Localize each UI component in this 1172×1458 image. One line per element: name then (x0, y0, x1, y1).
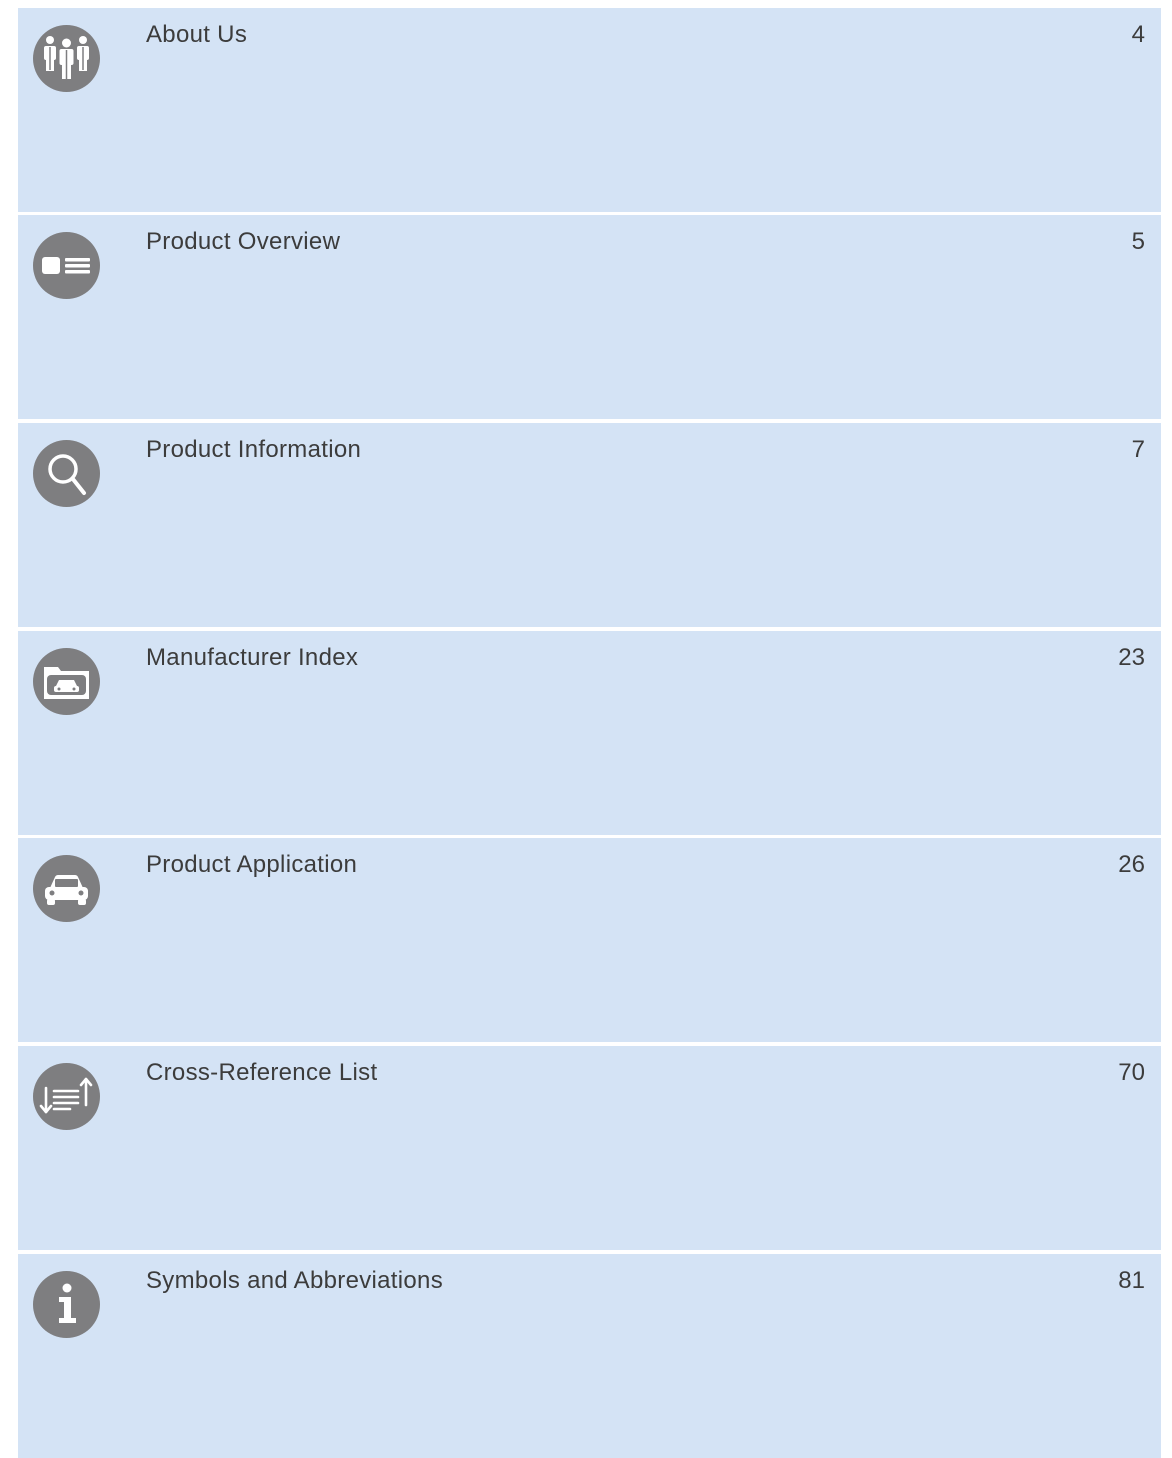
toc-entry-product-overview[interactable]: Product Overview 5 (18, 215, 1161, 419)
toc-entry-product-information[interactable]: Product Information 7 (18, 423, 1161, 627)
people-group-icon (33, 25, 100, 92)
toc-entry-cross-reference-list[interactable]: Cross-Reference List 70 (18, 1046, 1161, 1250)
car-icon (33, 855, 100, 922)
sort-arrows-icon (33, 1063, 100, 1130)
toc-entry-page-number: 81 (1118, 1267, 1145, 1294)
toc-entry-title: Product Application (146, 851, 358, 878)
toc-entry-title: Product Overview (146, 228, 341, 255)
toc-entry-page-number: 26 (1118, 851, 1145, 878)
info-icon (33, 1271, 100, 1338)
toc-entry-manufacturer-index[interactable]: Manufacturer Index 23 (18, 631, 1161, 835)
toc-entry-title: Manufacturer Index (146, 644, 359, 671)
toc-entry-page-number: 23 (1118, 644, 1145, 671)
toc-entry-symbols-and-abbreviations[interactable]: Symbols and Abbreviations 81 (18, 1254, 1161, 1458)
card-list-icon (33, 232, 100, 299)
table-of-contents: About Us 4 Product Overview 5 Product In… (0, 0, 1172, 1458)
toc-entry-title: Cross-Reference List (146, 1059, 378, 1086)
toc-entry-title: About Us (146, 21, 248, 48)
toc-entry-page-number: 5 (1131, 228, 1145, 255)
toc-entry-page-number: 7 (1131, 436, 1145, 463)
toc-entry-page-number: 4 (1131, 21, 1145, 48)
magnifier-icon (33, 440, 100, 507)
toc-entry-product-application[interactable]: Product Application 26 (18, 838, 1161, 1042)
toc-entry-page-number: 70 (1118, 1059, 1145, 1086)
toc-entry-title: Product Information (146, 436, 362, 463)
toc-entry-title: Symbols and Abbreviations (146, 1267, 443, 1294)
folder-car-icon (33, 648, 100, 715)
toc-entry-about-us[interactable]: About Us 4 (18, 8, 1161, 212)
